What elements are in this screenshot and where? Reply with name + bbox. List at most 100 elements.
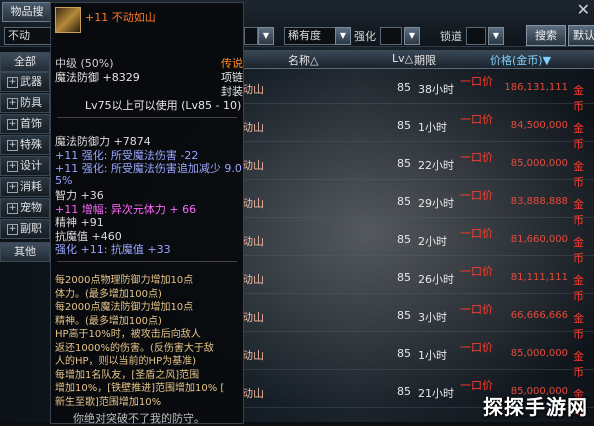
- tab-item-search[interactable]: 物品搜: [2, 2, 52, 22]
- lock-input[interactable]: [466, 27, 486, 45]
- stat-line: +11 强化: 所受魔法伤害追加减少 9.0: [55, 162, 242, 175]
- chevron-down-icon[interactable]: ▼: [335, 27, 351, 45]
- cell-time: 38小时: [418, 83, 454, 96]
- cell-time: 21小时: [418, 387, 454, 400]
- category-item[interactable]: + 宠物: [0, 198, 50, 218]
- item-icon: [55, 7, 81, 33]
- cell-bid: 一口价: [460, 265, 493, 278]
- category-label: 首饰: [20, 117, 42, 130]
- category-label: 消耗: [20, 180, 42, 193]
- header-time[interactable]: 期限: [414, 52, 436, 68]
- quality-select[interactable]: 稀有度: [284, 27, 337, 45]
- cell-price: 186,131,111: [504, 82, 568, 93]
- category-item[interactable]: + 首饰: [0, 114, 50, 134]
- table-row[interactable]: 动山 85 26小时 一口价 81,111,111 金币: [242, 260, 594, 303]
- category-item[interactable]: + 武器: [0, 72, 50, 92]
- cell-price: 84,500,000: [510, 120, 568, 131]
- header-name[interactable]: 名称△: [288, 52, 318, 68]
- table-row[interactable]: 动山 85 22小时 一口价 85,000,000 金币: [242, 146, 594, 189]
- cell-time: 26小时: [418, 273, 454, 286]
- category-label: 设计: [20, 159, 42, 172]
- table-row[interactable]: 动山 85 1小时 一口价 84,500,000 金币: [242, 108, 594, 151]
- expand-icon[interactable]: +: [7, 76, 18, 88]
- category-item[interactable]: + 设计: [0, 156, 50, 176]
- cell-bid: 一口价: [460, 75, 493, 88]
- cell-name: 动山: [242, 273, 264, 286]
- table-row[interactable]: 动山 85 1小时 一口价 85,000,000 金币: [242, 336, 594, 379]
- description-line: 新生至歌]范围增加10%: [55, 396, 162, 408]
- cell-price: 85,000,000: [510, 158, 568, 169]
- cell-lv: 85: [397, 271, 411, 284]
- cell-bid: 一口价: [460, 341, 493, 354]
- cell-lv: 85: [397, 385, 411, 398]
- cell-lv: 85: [397, 119, 411, 132]
- cell-time: 2小时: [418, 235, 447, 248]
- expand-icon[interactable]: +: [7, 223, 18, 235]
- category-all[interactable]: 全部: [0, 52, 50, 72]
- cell-lv: 85: [397, 309, 411, 322]
- cell-lv: 85: [397, 347, 411, 360]
- cell-lv: 85: [397, 233, 411, 246]
- cell-price: 85,000,000: [510, 348, 568, 359]
- cell-lv: 85: [397, 81, 411, 94]
- cell-name: 动山: [242, 121, 264, 134]
- expand-icon[interactable]: +: [7, 139, 18, 151]
- cell-price: 66,666,666: [510, 310, 568, 321]
- category-label: 武器: [20, 75, 42, 88]
- category-item[interactable]: + 副职: [0, 219, 50, 239]
- cell-bid: 一口价: [460, 189, 493, 202]
- cell-time: 3小时: [418, 311, 447, 324]
- cell-bid: 一口价: [460, 303, 493, 316]
- cell-lv: 85: [397, 195, 411, 208]
- category-other[interactable]: 其他: [0, 242, 50, 262]
- chevron-down-icon[interactable]: ▼: [404, 27, 420, 45]
- category-item[interactable]: + 特殊: [0, 135, 50, 155]
- chevron-down-icon[interactable]: ▼: [258, 27, 274, 45]
- enhance-input[interactable]: [380, 27, 402, 45]
- expand-icon[interactable]: +: [7, 160, 18, 172]
- close-icon[interactable]: ✕: [577, 0, 590, 19]
- category-label: 防具: [20, 96, 42, 109]
- cell-name: 动山: [242, 349, 264, 362]
- cell-bid: 一口价: [460, 113, 493, 126]
- item-type: 魔法防御 +8329: [55, 71, 140, 84]
- category-label: 特殊: [20, 138, 42, 151]
- category-label: 宠物: [20, 201, 42, 214]
- category-item[interactable]: + 防具: [0, 93, 50, 113]
- cell-price: 81,660,000: [510, 234, 568, 245]
- default-button[interactable]: 默认: [568, 25, 594, 46]
- expand-icon[interactable]: +: [7, 97, 18, 109]
- cell-bid: 一口价: [460, 151, 493, 164]
- cell-time: 22小时: [418, 159, 454, 172]
- category-item[interactable]: + 消耗: [0, 177, 50, 197]
- filter-box-1[interactable]: [244, 27, 258, 45]
- search-button[interactable]: 搜索: [526, 25, 566, 46]
- table-row[interactable]: 动山 85 38小时 一口价 186,131,111 金币: [242, 70, 594, 113]
- expand-icon[interactable]: +: [7, 202, 18, 214]
- cell-time: 1小时: [418, 121, 447, 134]
- cell-time: 1小时: [418, 349, 447, 362]
- lock-label: 锁道: [440, 30, 462, 43]
- chevron-down-icon[interactable]: ▼: [488, 27, 504, 45]
- search-input[interactable]: 不动: [4, 27, 53, 45]
- header-price[interactable]: 价格(金币)▼: [490, 52, 551, 68]
- cell-price: 83,888,888: [510, 196, 568, 207]
- divider: [57, 261, 237, 262]
- watermark: 探探手游网: [483, 395, 588, 419]
- expand-icon[interactable]: +: [7, 181, 18, 193]
- cell-price: 81,111,111: [510, 272, 568, 283]
- cell-name: 动山: [242, 159, 264, 172]
- item-tooltip: +11 不动如山 中级 (50%) 传说 魔法防御 +8329 项链 封装 Lv…: [50, 2, 244, 425]
- table-row[interactable]: 动山 85 3小时 一口价 66,666,666 金币: [242, 298, 594, 341]
- stat-line: 强化 +11: 抗魔值 +33: [55, 243, 171, 256]
- table-row[interactable]: 动山 85 2小时 一口价 81,660,000 金币: [242, 222, 594, 265]
- expand-icon[interactable]: +: [7, 118, 18, 130]
- item-title: +11 不动如山: [85, 11, 156, 24]
- cell-name: 动山: [242, 235, 264, 248]
- header-lv[interactable]: Lv△: [392, 52, 413, 65]
- table-row[interactable]: 动山 85 29小时 一口价 83,888,888 金币: [242, 184, 594, 227]
- cell-name: 动山: [242, 83, 264, 96]
- item-requirement: Lv75以上可以使用 (Lv85 - 10): [85, 99, 242, 112]
- table-header: 名称△ Lv△ 期限 价格(金币)▼: [242, 50, 594, 69]
- cell-name: 动山: [242, 197, 264, 210]
